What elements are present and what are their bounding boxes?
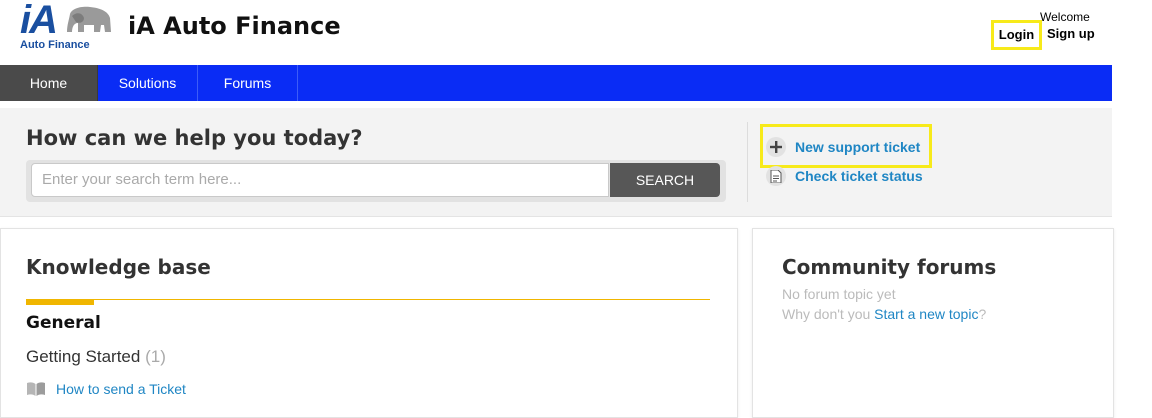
check-status-label[interactable]: Check ticket status [795, 168, 923, 184]
site-title: iA Auto Finance [128, 12, 341, 40]
login-link[interactable]: Login [991, 20, 1042, 50]
start-topic-prompt: Why don't you Start a new topic? [782, 306, 986, 322]
article-link[interactable]: How to send a Ticket [56, 381, 186, 397]
signup-link[interactable]: Sign up [1047, 26, 1095, 41]
prompt-prefix: Why don't you [782, 306, 871, 322]
book-icon [27, 382, 45, 396]
community-forums-title: Community forums [782, 255, 997, 279]
new-ticket-label[interactable]: New support ticket [795, 139, 920, 155]
logo-subtitle: Auto Finance [20, 39, 90, 51]
site-header: iA Auto Finance iA Auto Finance Welcome … [0, 0, 1112, 65]
start-topic-link[interactable]: Start a new topic [874, 306, 978, 322]
prompt-suffix: ? [978, 306, 987, 322]
knowledge-base-title: Knowledge base [26, 255, 211, 279]
ia-logo[interactable]: iA Auto Finance [20, 0, 116, 52]
document-icon [766, 166, 786, 186]
community-forums-panel: Community forums No forum topic yet Why … [752, 228, 1114, 418]
main-nav: Home Solutions Forums [0, 65, 1112, 101]
divider-accent [26, 299, 94, 305]
help-title: How can we help you today? [26, 126, 363, 150]
welcome-text: Welcome [1040, 10, 1090, 24]
help-section: How can we help you today? Enter your se… [0, 108, 1112, 217]
plus-icon [766, 137, 786, 157]
nav-home[interactable]: Home [0, 65, 98, 101]
new-ticket-link[interactable]: New support ticket [766, 136, 920, 158]
empty-forum-text: No forum topic yet [782, 286, 896, 302]
search-button[interactable]: SEARCH [610, 163, 720, 197]
divider [747, 122, 748, 202]
category-title[interactable]: General [26, 313, 101, 333]
folder-count: (1) [145, 347, 166, 366]
knowledge-base-panel: Knowledge base General Getting Started (… [0, 228, 738, 418]
check-status-link[interactable]: Check ticket status [766, 165, 923, 187]
article-item[interactable]: How to send a Ticket [26, 381, 186, 397]
divider [26, 299, 710, 300]
search-input[interactable]: Enter your search term here... [31, 163, 609, 197]
folder-item[interactable]: Getting Started (1) [26, 347, 166, 367]
search-bar: Enter your search term here... SEARCH [26, 160, 726, 202]
nav-solutions[interactable]: Solutions [98, 65, 198, 101]
folder-label[interactable]: Getting Started [26, 347, 140, 366]
elephant-logo-icon [67, 6, 111, 33]
logo-mark: iA [20, 0, 58, 42]
nav-forums[interactable]: Forums [198, 65, 298, 101]
